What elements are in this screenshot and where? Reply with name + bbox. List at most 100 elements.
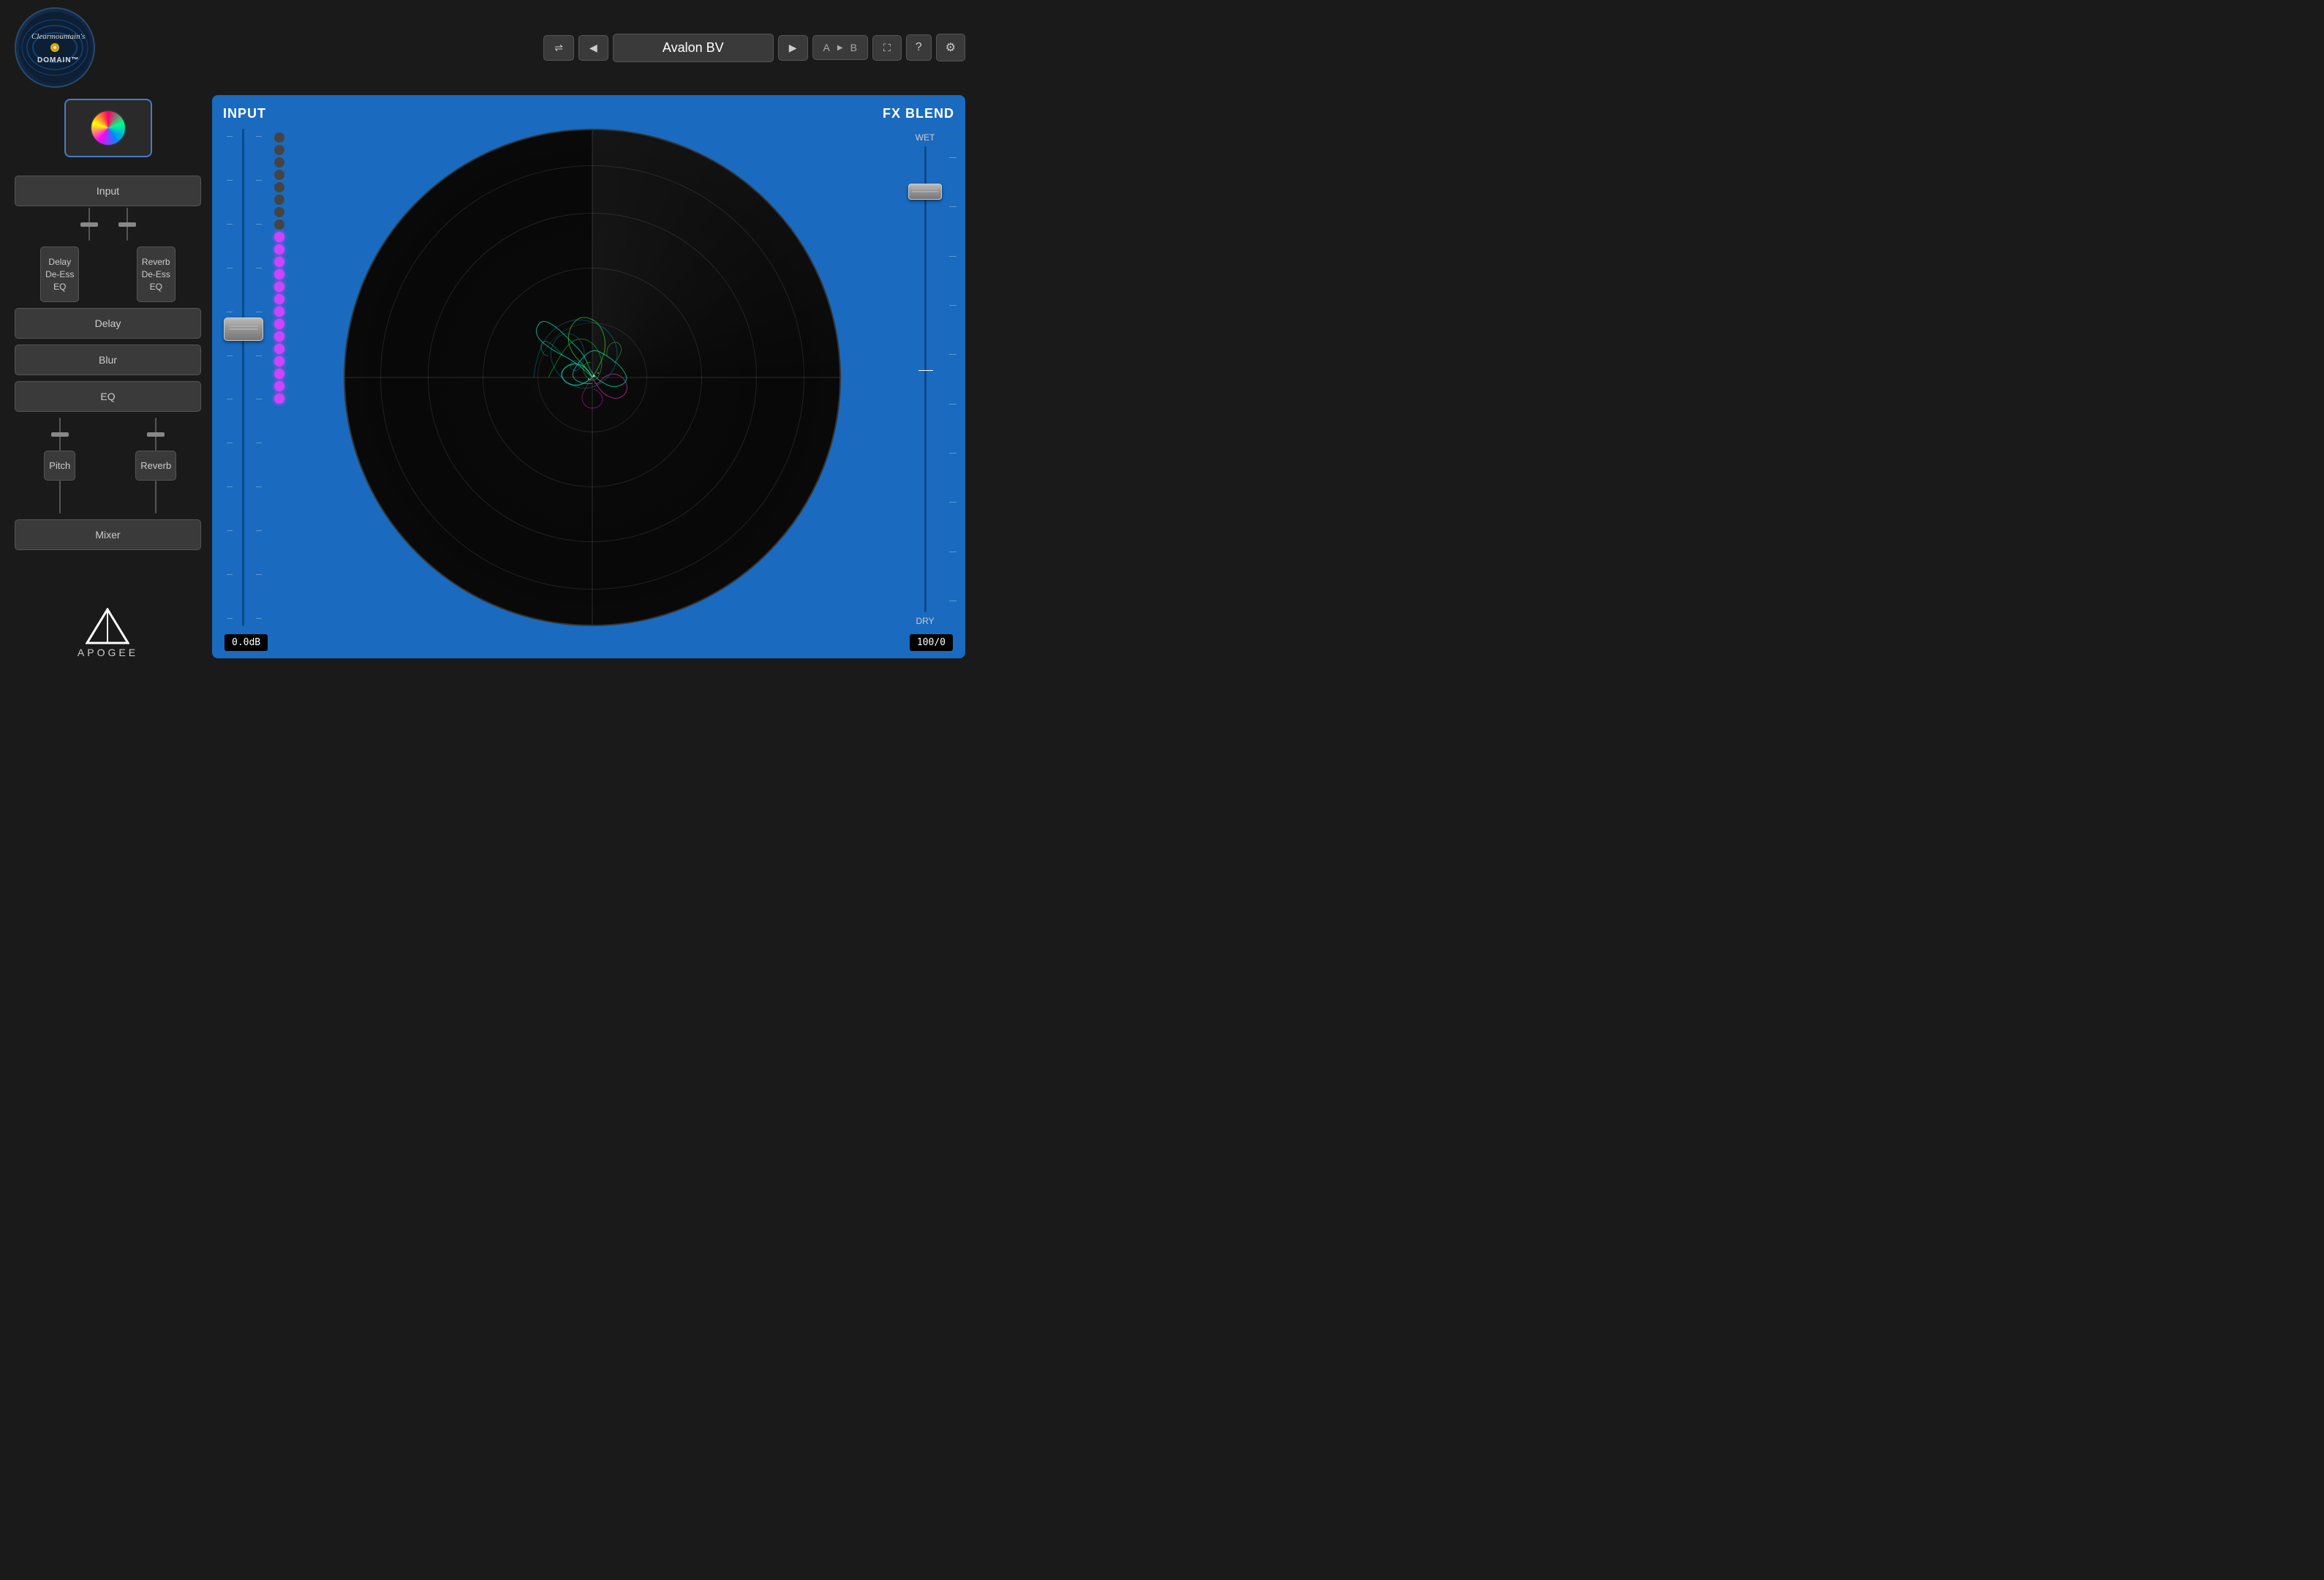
prev-preset-button[interactable]: ◀: [578, 35, 608, 61]
scale-tick: [227, 224, 233, 225]
radar-display: [344, 129, 841, 626]
shuffle-button[interactable]: ⇌: [543, 35, 574, 61]
settings-icon: ⚙: [946, 42, 956, 54]
scale-tick-r: [256, 618, 262, 619]
input-right-thumb: [118, 222, 136, 227]
apogee-text: APOGEE: [78, 647, 138, 658]
blur-button[interactable]: Blur: [15, 345, 201, 375]
scale-tick-r: [256, 224, 262, 225]
delay-de-ess-eq-button[interactable]: DelayDe-EssEQ: [40, 247, 79, 302]
header: Clearmountain's DOMAIN™ ⇌ ◀ Avalon BV ▶ …: [0, 0, 980, 95]
fx-blend-area: WET: [896, 129, 954, 626]
pitch-bottom-slider[interactable]: [59, 481, 61, 514]
next-preset-button[interactable]: ▶: [778, 35, 808, 61]
input-left-slider[interactable]: [88, 208, 90, 241]
eq-section: EQ: [15, 381, 201, 412]
reverb-de-ess-eq-button[interactable]: ReverbDe-EssEQ: [137, 247, 176, 302]
vu-dot-7: [274, 207, 284, 217]
prev-icon: ◀: [589, 42, 597, 54]
vu-meter: [270, 129, 289, 626]
fx-scale-tick: [949, 404, 957, 405]
panel-header: INPUT FX BLEND: [223, 106, 954, 121]
vu-dot-5: [274, 182, 284, 192]
visualizer-dot: [90, 110, 127, 146]
fx-fader-track[interactable]: [924, 146, 927, 612]
settings-button[interactable]: ⚙: [936, 34, 965, 61]
delay-section: Delay: [15, 308, 201, 339]
main-fader-track[interactable]: [242, 129, 244, 626]
vu-dot-9: [274, 232, 284, 242]
next-icon: ▶: [789, 42, 797, 54]
pitch-reverb-row: Pitch Reverb: [15, 418, 201, 514]
input-button[interactable]: Input: [15, 176, 201, 206]
ab-a-button[interactable]: A: [819, 39, 834, 56]
pitch-button[interactable]: Pitch: [44, 451, 75, 481]
fx-scale-tick: [949, 453, 957, 454]
reverb-top-slider[interactable]: [155, 418, 156, 451]
nav-section: Input DelayDe-EssEQ ReverbDe-EssEQ: [15, 176, 201, 550]
vu-dot-8: [274, 219, 284, 230]
vu-dot-11: [274, 257, 284, 267]
main-area: Input DelayDe-EssEQ ReverbDe-EssEQ: [0, 95, 980, 666]
scale-tick-r: [256, 574, 262, 575]
dry-label: DRY: [916, 616, 934, 626]
input-title: INPUT: [223, 106, 266, 121]
app-logo: Clearmountain's DOMAIN™: [15, 7, 95, 88]
vu-dot-19: [274, 356, 284, 366]
scale-tick: [227, 486, 233, 487]
expand-icon: ⛶: [883, 42, 891, 54]
fx-scale-tick: [949, 354, 957, 355]
pitch-top-thumb: [51, 432, 69, 437]
fx-blend-title: FX BLEND: [883, 106, 954, 121]
vu-dot-17: [274, 331, 284, 342]
mixer-button[interactable]: Mixer: [15, 519, 201, 550]
expand-button[interactable]: ⛶: [872, 35, 902, 61]
panel-content: WET: [223, 129, 954, 626]
vu-dot-22: [274, 394, 284, 404]
ab-play-button[interactable]: ▶: [837, 44, 843, 52]
fader-grip: [229, 326, 258, 327]
fx-fader-thumb[interactable]: [908, 184, 942, 200]
reverb-bottom-slider[interactable]: [155, 481, 156, 514]
input-right-slider[interactable]: [127, 208, 128, 241]
fx-scale-tick: [949, 502, 957, 503]
fx-value-display[interactable]: 100/0: [910, 634, 953, 651]
input-left-thumb: [80, 222, 98, 227]
fx-grip: [912, 188, 938, 189]
scale-tick: [227, 618, 233, 619]
vu-dot-18: [274, 344, 284, 354]
logo-area: Clearmountain's DOMAIN™: [15, 7, 95, 88]
logo-svg: Clearmountain's DOMAIN™: [18, 11, 91, 84]
scale-tick: [227, 180, 233, 181]
vu-dot-21: [274, 381, 284, 391]
apogee-logo: APOGEE: [78, 608, 138, 658]
scale-tick: [227, 574, 233, 575]
visualizer-button[interactable]: [64, 99, 152, 157]
reverb-button[interactable]: Reverb: [135, 451, 176, 481]
vu-dot-1: [274, 132, 284, 143]
fader-section: [223, 129, 264, 626]
vu-dot-20: [274, 369, 284, 379]
vu-dot-12: [274, 269, 284, 279]
fx-scale-tick: [949, 256, 957, 257]
help-button[interactable]: ?: [906, 34, 932, 61]
waveform-svg: [475, 260, 709, 494]
svg-text:DOMAIN™: DOMAIN™: [37, 56, 80, 64]
input-section: Input: [15, 176, 201, 241]
ab-b-button[interactable]: B: [846, 39, 861, 56]
eq-button[interactable]: EQ: [15, 381, 201, 412]
input-fader-area: [223, 129, 289, 626]
header-controls: ⇌ ◀ Avalon BV ▶ A ▶ B ⛶ ? ⚙: [543, 34, 965, 62]
fx-fader-wrapper: [907, 146, 943, 612]
scale-tick-r: [256, 530, 262, 531]
fader-grip: [229, 328, 258, 330]
vu-dot-3: [274, 157, 284, 168]
delay-reverb-row: DelayDe-EssEQ ReverbDe-EssEQ: [15, 247, 201, 302]
delay-button[interactable]: Delay: [15, 308, 201, 339]
vu-dot-13: [274, 282, 284, 292]
scale-tick-r: [256, 180, 262, 181]
input-db-display[interactable]: 0.0dB: [225, 634, 268, 651]
fx-scale-tick: [949, 206, 957, 207]
pitch-top-slider[interactable]: [59, 418, 61, 451]
shuffle-icon: ⇌: [554, 42, 563, 54]
